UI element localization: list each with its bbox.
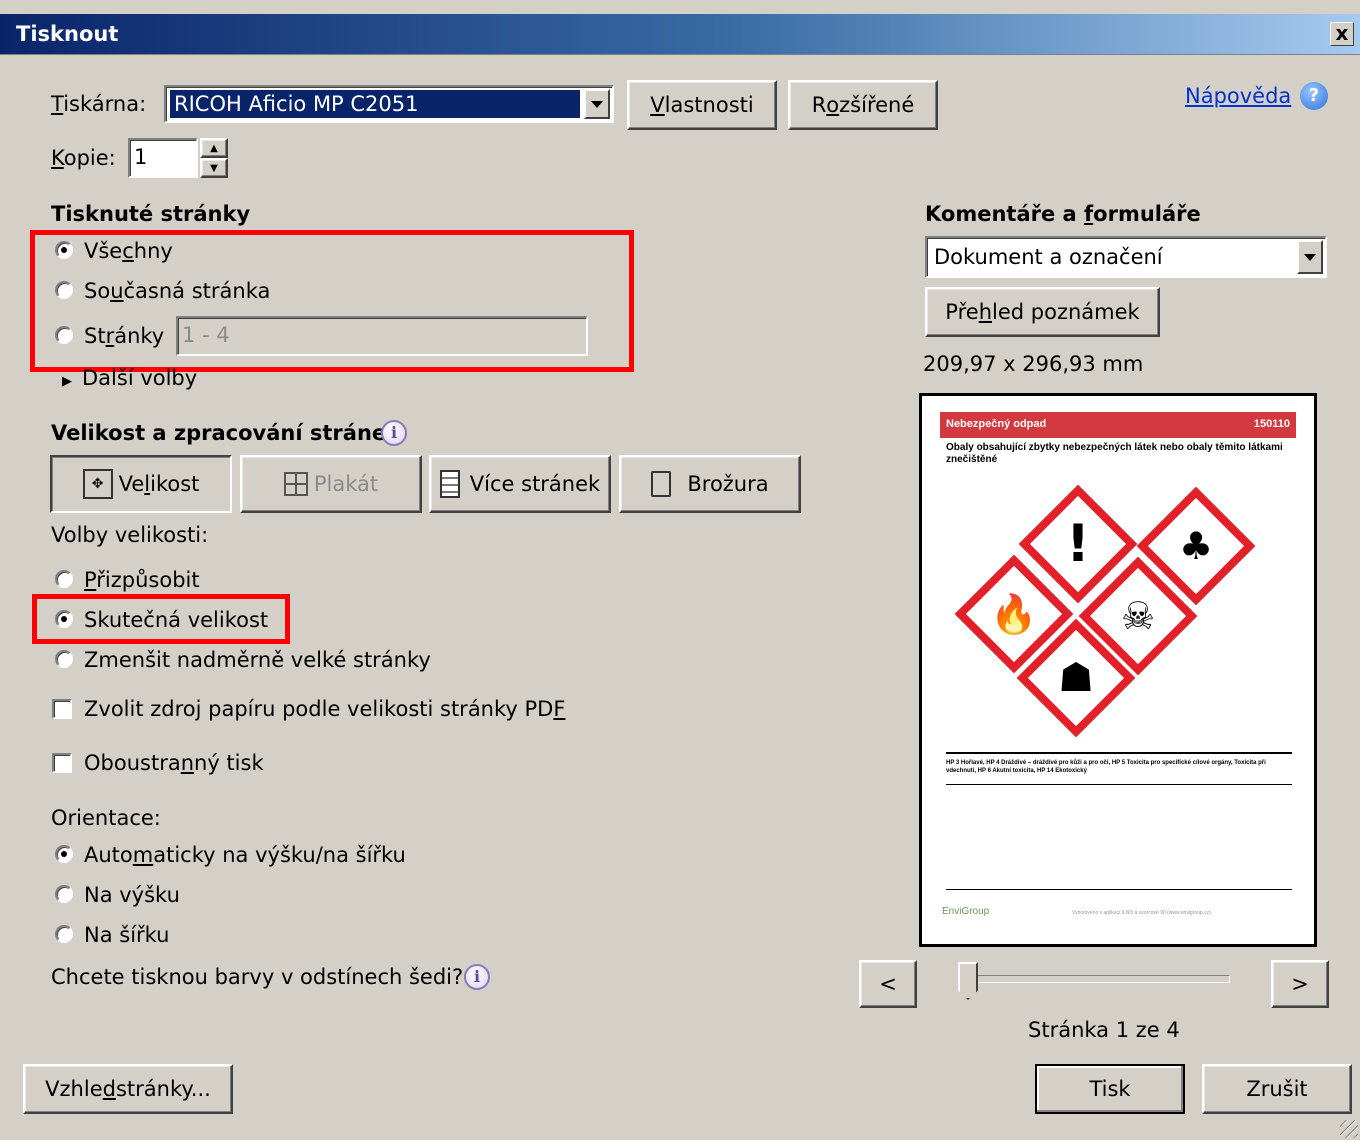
print-preview: Nebezpečný odpad 150110 Obaly obsahující… [919,393,1317,947]
help-link[interactable]: Nápověda [1185,84,1291,108]
radio-shrink[interactable] [55,650,73,668]
doc-rule [946,889,1292,890]
doc-footer-logo: EnviGroup [942,906,990,917]
print-button[interactable]: Tisk [1035,1064,1185,1114]
comments-heading: Komentáře a formuláře [925,202,1201,226]
booklet-icon [651,471,672,497]
comments-select[interactable]: Dokument a označení [925,236,1327,278]
label-shrink: Zmenšit nadměrně velké stránky [84,648,431,672]
doc-rule [946,784,1292,785]
info-icon[interactable]: i [464,964,490,990]
label-paper-source: Zvolit zdroj papíru podle velikosti strá… [84,697,566,721]
radio-all[interactable] [55,241,73,259]
page-range-input[interactable]: 1 - 4 [176,316,588,356]
radio-orientation-auto[interactable] [55,845,73,863]
radio-current-page[interactable] [55,281,73,299]
copies-input[interactable]: 1 [128,138,198,178]
tab-booklet[interactable]: Brožura [619,455,801,513]
page-slider-thumb[interactable] [958,962,978,1000]
chevron-down-icon[interactable] [584,89,610,119]
health-hazard-pictogram: ☗ [1058,655,1094,701]
copies-up-button[interactable]: ▲ [200,138,228,158]
orientation-label: Orientace: [51,806,161,830]
summarize-comments-button[interactable]: Pře h led poznámek [925,287,1160,337]
window-title: Tisknout [16,22,119,46]
copies-label: Kopie: [51,146,116,170]
label-fit: Přizpůsobit [84,568,200,592]
tab-size[interactable]: ✥ Ve l ikost [50,455,232,513]
printer-label: Tiskárna: [51,92,147,116]
label-landscape: Na šířku [84,923,170,947]
grayscale-question: Chcete tisknou barvy v odstínech šedi? [51,965,464,989]
more-options-toggle[interactable]: ▶ Další volby [62,366,197,390]
checkbox-paper-source[interactable] [52,699,72,719]
comments-value: Dokument a označení [934,245,1163,269]
doc-banner: Nebezpečný odpad 150110 [940,412,1296,438]
radio-portrait[interactable] [55,885,73,903]
advanced-button[interactable]: Ro zšířené [788,80,938,130]
multiple-pages-icon [439,470,460,498]
doc-footer-text: Vyhotoveno v aplikaci ILNO a vzorcové 90… [1072,910,1211,916]
label-orientation-auto: Automaticky na výšku/na šířku [84,843,406,867]
pages-heading: Tisknuté stránky [51,202,251,226]
doc-hazards: HP 3 Hořlavé, HP 4 Dráždivé – dráždivé p… [946,760,1266,774]
label-current-page: Současná stránka [84,279,271,303]
title-bar: Tisknout x [0,14,1360,55]
poster-icon [283,472,308,496]
close-button[interactable]: x [1330,22,1354,46]
prev-page-button[interactable]: < [859,960,917,1008]
help-icon[interactable]: ? [1300,82,1328,110]
triangle-right-icon: ▶ [62,374,72,389]
label-actual-size: Skutečná velikost [84,608,269,632]
sizing-heading: Velikost a zpracování stránek [51,421,401,445]
tab-multiple-pages[interactable]: Více stránek [429,455,611,513]
page-status: Stránka 1 ze 4 [1028,1018,1180,1042]
radio-landscape[interactable] [55,925,73,943]
doc-rule [946,752,1292,754]
size-icon: ✥ [82,469,113,499]
label-duplex: Oboustranný tisk [84,751,264,775]
label-all: Všechny [84,239,173,263]
checkbox-duplex[interactable] [52,753,72,773]
next-page-button[interactable]: > [1271,960,1329,1008]
info-icon[interactable]: i [381,420,407,446]
printer-value: RICOH Aficio MP C2051 [169,89,581,119]
tab-poster[interactable]: Plakát [240,455,422,513]
label-page-range: Stránky [84,324,165,348]
size-options-label: Volby velikosti: [51,523,209,547]
radio-page-range[interactable] [55,326,73,344]
page-size: 209,97 x 296,93 mm [923,352,1144,376]
preview-document: Nebezpečný odpad 150110 Obaly obsahující… [940,412,1296,928]
resize-grip-icon[interactable] [1340,1120,1358,1138]
label-portrait: Na výšku [84,883,180,907]
page-setup-button[interactable]: Vzhle d stránky... [23,1064,233,1114]
radio-fit[interactable] [55,570,73,588]
cancel-button[interactable]: Zrušit [1202,1064,1352,1114]
properties-button[interactable]: Vlastnosti [627,80,777,130]
radio-actual-size[interactable] [55,610,73,628]
chevron-down-icon[interactable] [1297,240,1323,274]
page-slider-track[interactable] [970,975,1230,983]
printer-select[interactable]: RICOH Aficio MP C2051 [164,85,614,123]
doc-subtitle: Obaly obsahující zbytky nebezpečných lát… [946,442,1283,465]
copies-down-button[interactable]: ▼ [200,158,228,178]
